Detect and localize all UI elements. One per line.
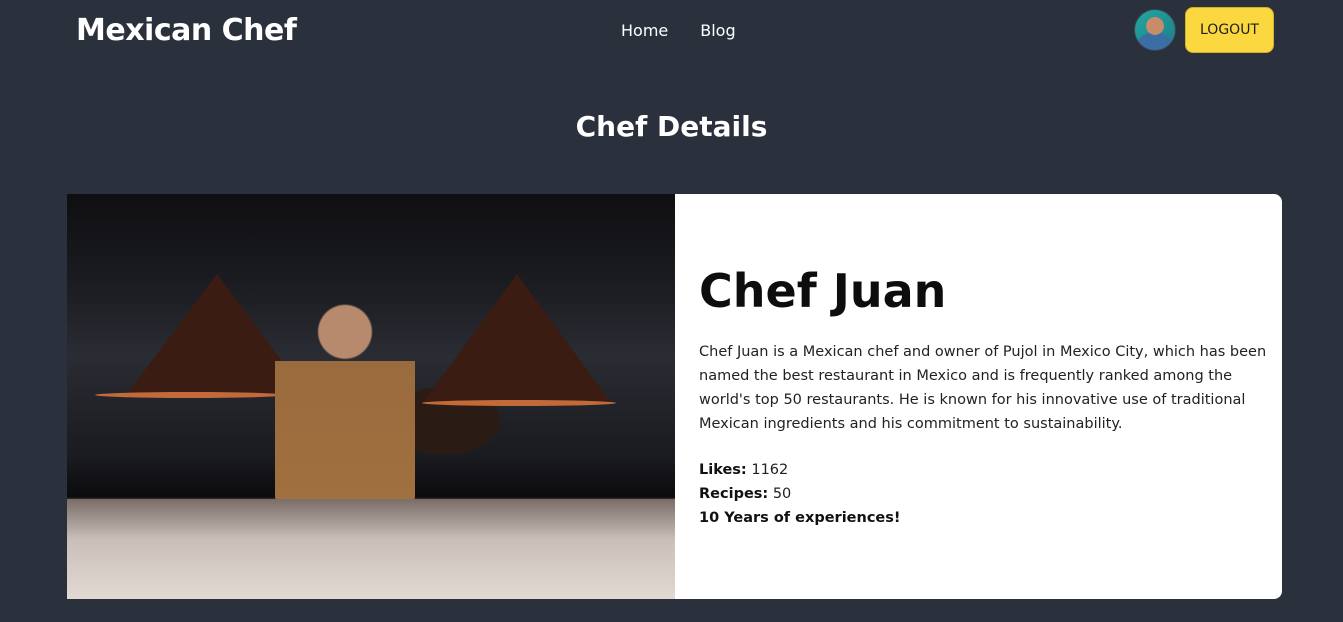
counter-surface bbox=[67, 499, 675, 599]
brand-logo[interactable]: Mexican Chef bbox=[76, 13, 297, 48]
likes-stat: Likes: 1162 bbox=[699, 458, 1270, 482]
nav-links: Home Blog bbox=[621, 21, 736, 40]
chef-card: Chef Juan Chef Juan is a Mexican chef an… bbox=[67, 194, 1282, 599]
recipes-value: 50 bbox=[772, 486, 792, 502]
logout-button[interactable]: LOGOUT bbox=[1185, 7, 1274, 53]
likes-label: Likes: bbox=[699, 462, 747, 478]
navbar: Mexican Chef Home Blog LOGOUT bbox=[0, 0, 1343, 62]
recipes-stat: Recipes: 50 bbox=[699, 482, 1270, 506]
avatar[interactable] bbox=[1134, 9, 1176, 51]
chef-name: Chef Juan bbox=[699, 264, 947, 318]
chef-bio: Chef Juan is a Mexican chef and owner of… bbox=[699, 344, 1267, 432]
recipes-label: Recipes: bbox=[699, 486, 769, 502]
likes-value: 1162 bbox=[751, 462, 789, 478]
chef-info: Chef Juan Chef Juan is a Mexican chef an… bbox=[675, 194, 1282, 599]
chef-photo bbox=[67, 194, 675, 599]
lamp-rim bbox=[422, 400, 616, 406]
nav-blog-link[interactable]: Blog bbox=[700, 21, 735, 40]
lamp-rim bbox=[95, 392, 285, 398]
experience-text: 10 Years of experiences! bbox=[699, 510, 901, 526]
lamp-shape bbox=[422, 274, 612, 404]
nav-home-link[interactable]: Home bbox=[621, 21, 668, 40]
page-title: Chef Details bbox=[575, 110, 768, 143]
chef-figure bbox=[275, 294, 415, 504]
